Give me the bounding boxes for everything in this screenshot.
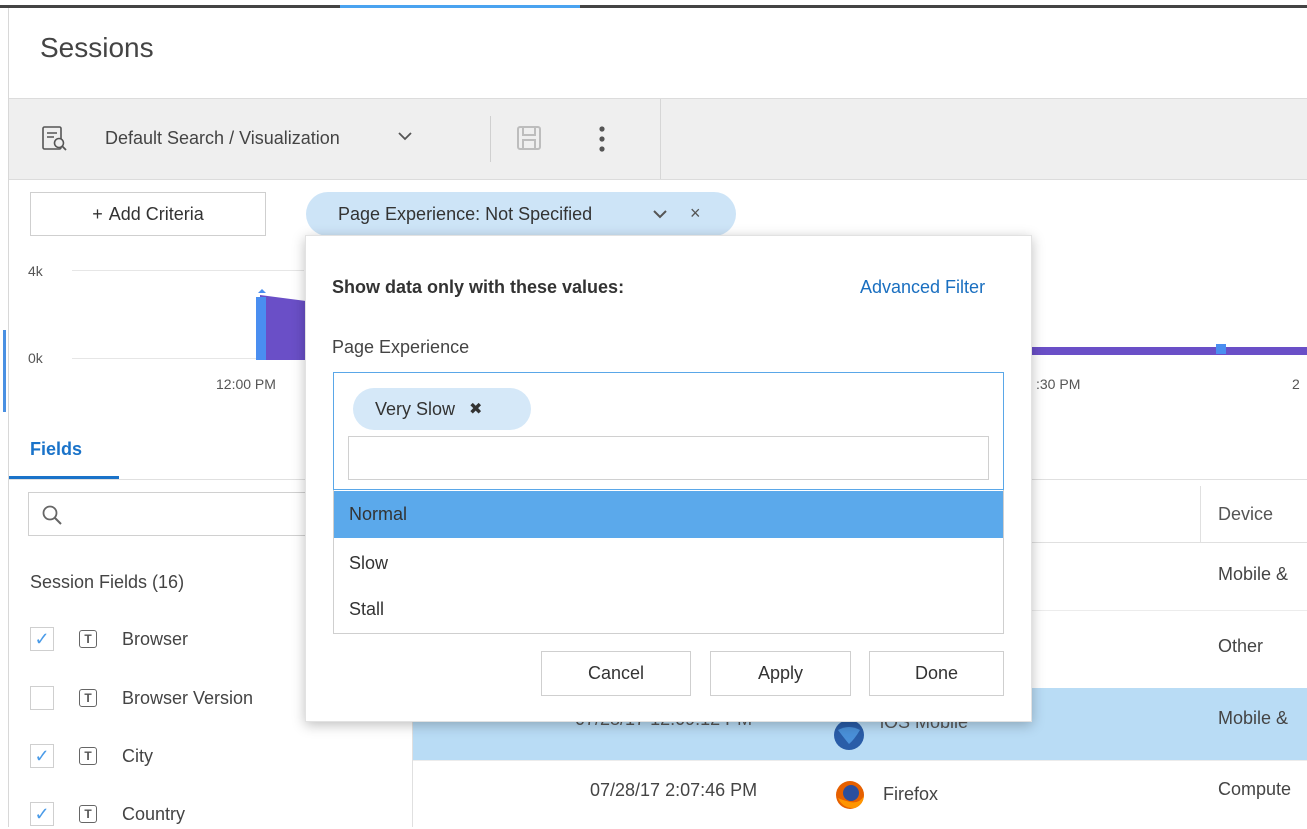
chart-series-right [1032,344,1307,355]
chart-area-fill [260,295,306,360]
table-cell-device: Compute [1218,779,1292,799]
chart-point-marker [258,289,266,293]
toolbar-divider [490,116,491,162]
more-vertical-icon[interactable] [595,122,609,156]
value-search-input[interactable] [348,436,989,480]
advanced-filter-link[interactable]: Advanced Filter [860,277,985,298]
column-header-device[interactable]: Device [1218,504,1273,525]
chart-series-left [256,289,306,360]
field-label: City [122,745,153,766]
x-tick-label: 12:00 PM [216,376,276,392]
y-tick-label: 0k [28,350,43,366]
text-type-icon: T [79,630,97,648]
field-search-input[interactable] [28,492,328,536]
table-cell-device: Mobile & [1218,564,1289,584]
text-type-icon: T [79,805,97,823]
option-slow[interactable]: Slow [334,540,1003,587]
section-heading: Session Fields (16) [30,572,185,592]
popup-heading: Show data only with these values: [332,277,625,297]
remove-tag-icon[interactable]: ✖ [469,399,482,419]
chevron-down-icon[interactable] [650,204,670,224]
chevron-down-icon[interactable] [395,124,415,148]
field-label: Browser Version [122,687,254,708]
column-divider [1200,486,1201,542]
field-item-country[interactable]: ✓ T Country [30,799,185,829]
cancel-button[interactable]: Cancel [541,651,691,696]
add-criteria-label: Add Criteria [108,203,204,224]
chart-bar [256,297,266,360]
save-icon[interactable] [515,124,543,152]
option-normal[interactable]: Normal [334,491,1003,538]
field-label: Browser [122,628,189,649]
ios-browser-icon [832,718,866,752]
option-stall[interactable]: Stall [334,586,1003,633]
x-tick-label: :30 PM [1036,376,1081,392]
apply-button[interactable]: Apply [710,651,851,696]
table-cell-browser: Firefox [883,784,939,804]
table-cell-device: Other [1218,636,1264,656]
row-divider [413,760,1307,761]
text-type-icon: T [79,689,97,707]
add-criteria-button[interactable]: + Add Criteria [30,192,266,236]
page-header [9,8,1307,99]
firefox-icon [833,778,867,812]
chart-point-marker [1216,344,1226,354]
checkbox[interactable]: ✓ [30,744,54,768]
toolbar-divider [660,99,661,179]
text-type-icon: T [79,747,97,765]
field-item-browser[interactable]: ✓ T Browser [30,624,188,654]
chart-selection-edge [3,330,6,412]
table-cell-date: 07/28/17 2:07:46 PM [590,780,758,800]
page-title: Sessions [40,32,154,63]
window-top-strip [0,0,1307,8]
selected-value-tag[interactable]: Very Slow ✖ [353,388,531,430]
filter-pill-label: Page Experience: Not Specified [338,203,593,224]
checkbox[interactable]: ✓ [30,627,54,651]
tag-label: Very Slow [375,398,456,419]
x-tick-label: 2 [1292,376,1300,392]
search-visualization-icon[interactable] [42,124,68,152]
plus-icon: + [92,203,103,224]
checkbox[interactable] [30,686,54,710]
field-label: Country [122,803,186,824]
search-visualization-selector[interactable]: Default Search / Visualization [105,128,340,149]
gridline [72,270,304,271]
field-item-browser-version[interactable]: T Browser Version [30,683,253,713]
checkbox[interactable]: ✓ [30,802,54,826]
close-icon[interactable]: × [690,203,708,223]
tab-fields[interactable]: Fields [30,439,82,460]
field-label: Page Experience [332,337,470,357]
field-item-city[interactable]: ✓ T City [30,741,153,771]
y-tick-label: 4k [28,263,43,279]
page-experience-filter-pill[interactable]: Page Experience: Not Specified [306,192,736,236]
chart-area-fill [1032,347,1307,355]
table-cell-device: Mobile & [1218,708,1289,728]
done-button[interactable]: Done [869,651,1004,696]
search-icon [40,503,64,527]
